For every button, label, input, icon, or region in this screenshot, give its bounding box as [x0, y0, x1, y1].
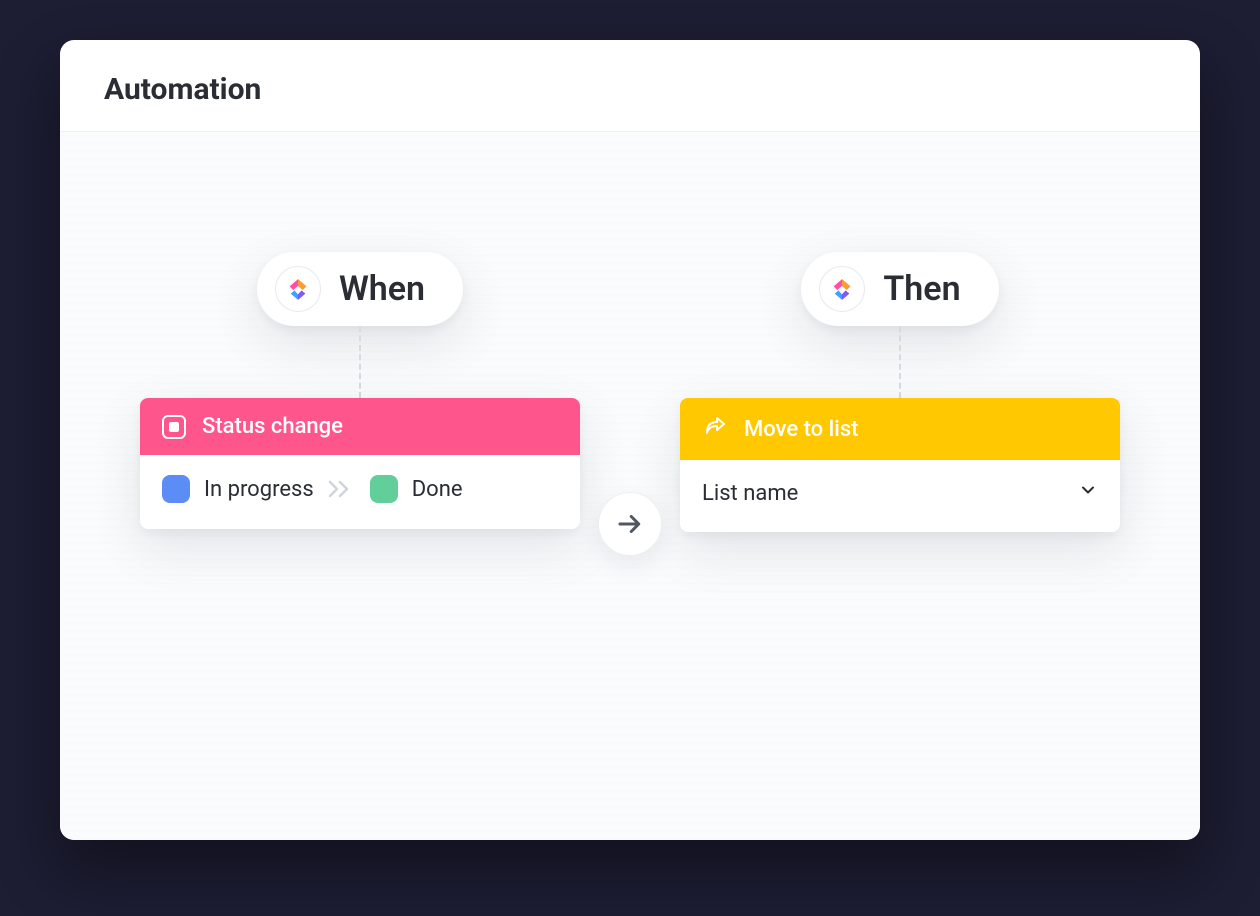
- flow-row: When Status change In progress: [100, 252, 1160, 532]
- status-from-to-row: In progress Done: [162, 475, 463, 503]
- from-status-label: In progress: [204, 477, 314, 502]
- chevrons-icon: [328, 480, 356, 498]
- when-column: When Status change In progress: [140, 252, 580, 529]
- share-arrow-icon: [702, 414, 728, 444]
- clickup-logo-icon: [819, 266, 865, 312]
- action-label: Move to list: [744, 417, 858, 442]
- trigger-card-body: In progress Done: [140, 455, 580, 529]
- to-status-swatch: [370, 475, 398, 503]
- automation-panel: Automation When: [60, 40, 1200, 840]
- list-name-placeholder: List name: [702, 481, 798, 506]
- panel-body: When Status change In progress: [60, 132, 1200, 840]
- panel-header: Automation: [60, 40, 1200, 132]
- from-status-swatch: [162, 475, 190, 503]
- trigger-card-header: Status change: [140, 398, 580, 455]
- clickup-logo-icon: [275, 266, 321, 312]
- chevron-down-icon: [1078, 480, 1098, 506]
- then-label: Then: [883, 269, 960, 309]
- action-card[interactable]: Move to list List name: [680, 398, 1120, 532]
- trigger-label: Status change: [202, 414, 343, 439]
- then-pill: Then: [801, 252, 998, 326]
- then-connector: [899, 326, 901, 398]
- page-title: Automation: [104, 72, 1156, 107]
- then-column: Then Move to list List nam: [680, 252, 1120, 532]
- status-icon: [162, 415, 186, 439]
- action-card-header: Move to list: [680, 398, 1120, 460]
- to-status-label: Done: [412, 477, 463, 502]
- trigger-card[interactable]: Status change In progress: [140, 398, 580, 529]
- when-connector: [359, 326, 361, 398]
- when-label: When: [339, 269, 425, 309]
- when-pill: When: [257, 252, 463, 326]
- list-name-select[interactable]: List name: [702, 480, 1098, 506]
- arrow-right-icon: [598, 492, 662, 556]
- action-card-body: List name: [680, 460, 1120, 532]
